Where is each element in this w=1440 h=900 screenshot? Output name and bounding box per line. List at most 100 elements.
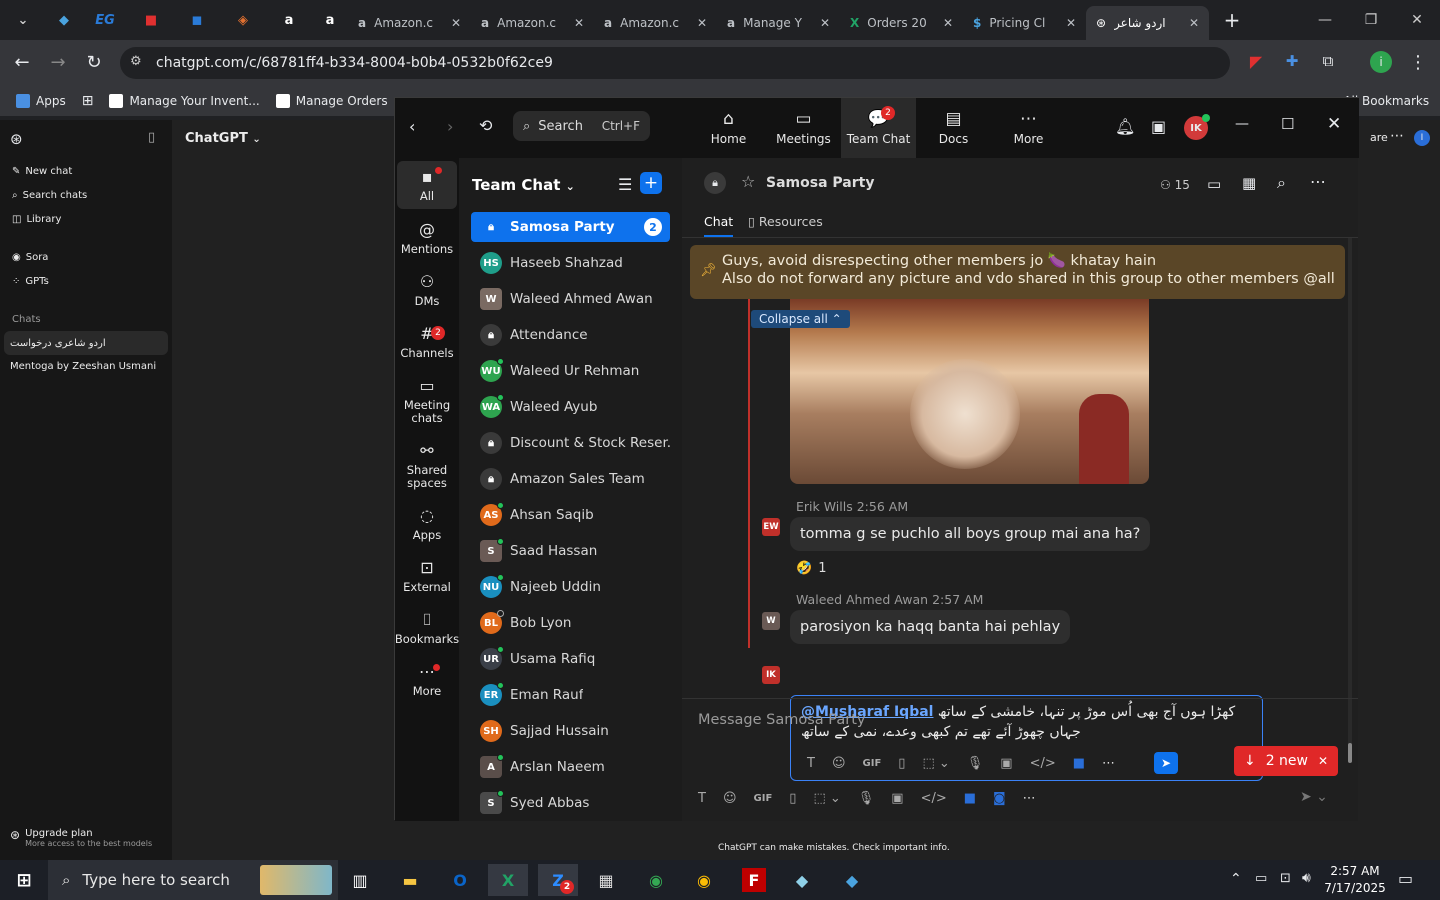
contact-row[interactable]: BL Bob Lyon <box>471 608 670 638</box>
maximize-icon[interactable]: ❐ <box>1348 0 1394 40</box>
site-info-icon[interactable]: ⚙ <box>130 54 142 69</box>
extension-blue-icon[interactable]: ✚ <box>1280 52 1304 70</box>
app-icon-2[interactable]: ◆ <box>832 864 872 896</box>
forward-icon[interactable]: › <box>447 117 453 136</box>
tab-meetings[interactable]: ▭ Meetings <box>766 98 841 158</box>
close-icon[interactable]: ✕ <box>697 16 707 30</box>
pinned-message[interactable]: 📌︎ Guys, avoid disrespecting other membe… <box>690 245 1345 299</box>
rail-apps[interactable]: ◌ Apps <box>397 506 457 542</box>
start-button[interactable]: ⊞ <box>4 864 44 896</box>
subtab-resources[interactable]: ▯ Resources <box>748 214 823 229</box>
pinned-tab-eg[interactable]: EG <box>82 0 128 40</box>
avatar[interactable]: EW <box>762 518 780 536</box>
profile-avatar[interactable]: i <box>1370 51 1392 73</box>
file-icon[interactable]: ▯ <box>789 791 796 806</box>
star-icon[interactable]: ☆ <box>741 172 755 191</box>
bookmark-manage-orders[interactable]: Manage Orders <box>275 94 388 108</box>
close-icon[interactable]: ✕ <box>1327 114 1341 134</box>
rail-shared-spaces[interactable]: ⚯ Shared spaces <box>397 441 457 490</box>
new-tab-icon[interactable]: + <box>1209 0 1255 40</box>
upgrade-plan-button[interactable]: ⊛ Upgrade plan More access to the best mo… <box>10 828 152 848</box>
avatar[interactable]: IK <box>762 666 780 684</box>
contact-row[interactable]: S Syed Abbas <box>471 788 670 818</box>
tab-search-dropdown-icon[interactable]: ⌄ <box>0 0 46 40</box>
filezilla-icon[interactable]: F <box>742 868 766 892</box>
pinned-tab-3[interactable]: ■ <box>128 0 174 40</box>
browser-tab[interactable]: $ Pricing Cl ✕ <box>963 6 1086 40</box>
format-text-icon[interactable]: T <box>698 791 706 806</box>
pinned-tab-amazon-2[interactable]: a <box>312 0 348 40</box>
rail-dms[interactable]: ⚇ DMs <box>397 272 457 308</box>
emoji-icon[interactable]: ☺ <box>723 791 737 806</box>
avatar[interactable]: W <box>762 612 780 630</box>
sidebar-toggle-icon[interactable]: ▯ <box>148 130 155 145</box>
forward-icon[interactable]: → <box>46 52 70 73</box>
back-icon[interactable]: ← <box>10 52 34 73</box>
excel-icon[interactable]: X <box>488 864 528 896</box>
contact-row[interactable]: ER Eman Rauf <box>471 680 670 710</box>
contact-row[interactable]: W Waleed Ahmed Awan <box>471 284 670 314</box>
close-icon[interactable]: ✕ <box>574 16 584 30</box>
browser-tab-active[interactable]: ⊛ اردو شاعر ✕ <box>1086 6 1209 40</box>
rail-external[interactable]: ⊡ External <box>397 558 457 594</box>
reload-icon[interactable]: ↻ <box>82 52 106 73</box>
pinned-tab-5[interactable]: ◈ <box>220 0 266 40</box>
pinned-tab-1[interactable]: ◆ <box>46 0 82 40</box>
sora-button[interactable]: ◉ Sora <box>12 252 48 263</box>
rail-mentions[interactable]: @ Mentions <box>397 220 457 256</box>
more-icon[interactable]: ⋯ <box>1023 791 1036 806</box>
pinned-tab-amazon-1[interactable]: a <box>266 0 312 40</box>
bookmark-apps[interactable]: Apps <box>16 94 66 108</box>
screenshot-icon[interactable]: ⬚ ⌄ <box>813 791 840 806</box>
system-clock[interactable]: 2:57 AM 7/17/2025 <box>1320 863 1390 897</box>
message-bubble[interactable]: tomma g se puchlo all boys group mai ana… <box>790 517 1151 551</box>
new-chat-button[interactable]: + <box>640 172 662 194</box>
rail-channels[interactable]: # Channels 2 <box>397 324 457 360</box>
bell-icon[interactable]: 🔔︎ <box>1115 117 1135 136</box>
contact-row[interactable]: HS Haseeb Shahzad <box>471 248 670 278</box>
maximize-icon[interactable]: ☐ <box>1281 115 1294 133</box>
library-button[interactable]: ◫ Library <box>12 214 61 225</box>
video-clip-icon[interactable]: ▣ <box>891 791 903 806</box>
calculator-icon[interactable]: ▦ <box>586 864 626 896</box>
gpts-button[interactable]: ⁘ GPTs <box>12 276 49 287</box>
filter-icon[interactable]: ☰ <box>618 175 632 194</box>
network-icon[interactable]: ▭ <box>1255 871 1267 886</box>
rail-more[interactable]: ⋯ More <box>397 662 457 698</box>
contact-row[interactable]: S Saad Hassan <box>471 536 670 566</box>
send-button[interactable]: ➤ ⌄ <box>1300 789 1328 805</box>
chat-scrollbar[interactable] <box>1348 238 1352 763</box>
close-icon[interactable]: ✕ <box>1189 16 1199 30</box>
video-icon[interactable]: ▭ <box>1207 175 1221 193</box>
chevron-up-icon[interactable]: ⌃ <box>1230 871 1242 887</box>
model-selector[interactable]: ChatGPT ⌄ <box>185 131 261 146</box>
contact-row[interactable]: UR Usama Rafiq <box>471 644 670 674</box>
tab-team-chat[interactable]: 💬 Team Chat 2 <box>841 98 916 158</box>
bookmark-grid[interactable]: ⊞ <box>82 93 94 109</box>
close-window-icon[interactable]: ✕ <box>1394 0 1440 40</box>
message-bubble[interactable]: parosiyon ka haqq banta hai pehlay <box>790 610 1071 644</box>
minimize-icon[interactable]: — <box>1302 0 1348 40</box>
list-title[interactable]: Team Chat ⌄ <box>472 176 575 194</box>
contact-row[interactable]: 🔒︎ Amazon Sales Team <box>471 464 670 494</box>
chat-history-item[interactable]: Mentoga by Zeeshan Usmani <box>10 361 156 372</box>
contact-row[interactable]: SH Sajjad Hussain <box>471 716 670 746</box>
code-icon[interactable]: </> <box>921 791 947 806</box>
app-icon[interactable]: ◆ <box>782 864 822 896</box>
close-icon[interactable]: ✕ <box>1066 16 1076 30</box>
channel-title[interactable]: Samosa Party <box>766 175 874 191</box>
subtab-chat[interactable]: Chat <box>704 214 734 237</box>
chatgpt-logo-icon[interactable]: ⊛ <box>10 130 23 148</box>
members-count[interactable]: ⚇ 15 <box>1160 178 1190 192</box>
pinned-tab-4[interactable]: ◼ <box>174 0 220 40</box>
chat-history-item-active[interactable]: اردو شاعری درخواست <box>4 331 168 355</box>
gif-icon[interactable]: GIF <box>754 793 773 804</box>
chrome-icon[interactable]: ◉ <box>636 864 676 896</box>
calendar-icon[interactable]: ▦ <box>1242 174 1256 192</box>
account-avatar[interactable]: I <box>1414 130 1430 146</box>
tab-home[interactable]: ⌂ Home <box>691 98 766 158</box>
more-options-icon[interactable]: ⋯ <box>1390 128 1404 144</box>
browser-tab[interactable]: a Amazon.c ✕ <box>594 6 717 40</box>
gift-icon[interactable]: ▣ <box>1151 117 1166 136</box>
app-icon-2[interactable]: ◙ <box>993 791 1006 806</box>
